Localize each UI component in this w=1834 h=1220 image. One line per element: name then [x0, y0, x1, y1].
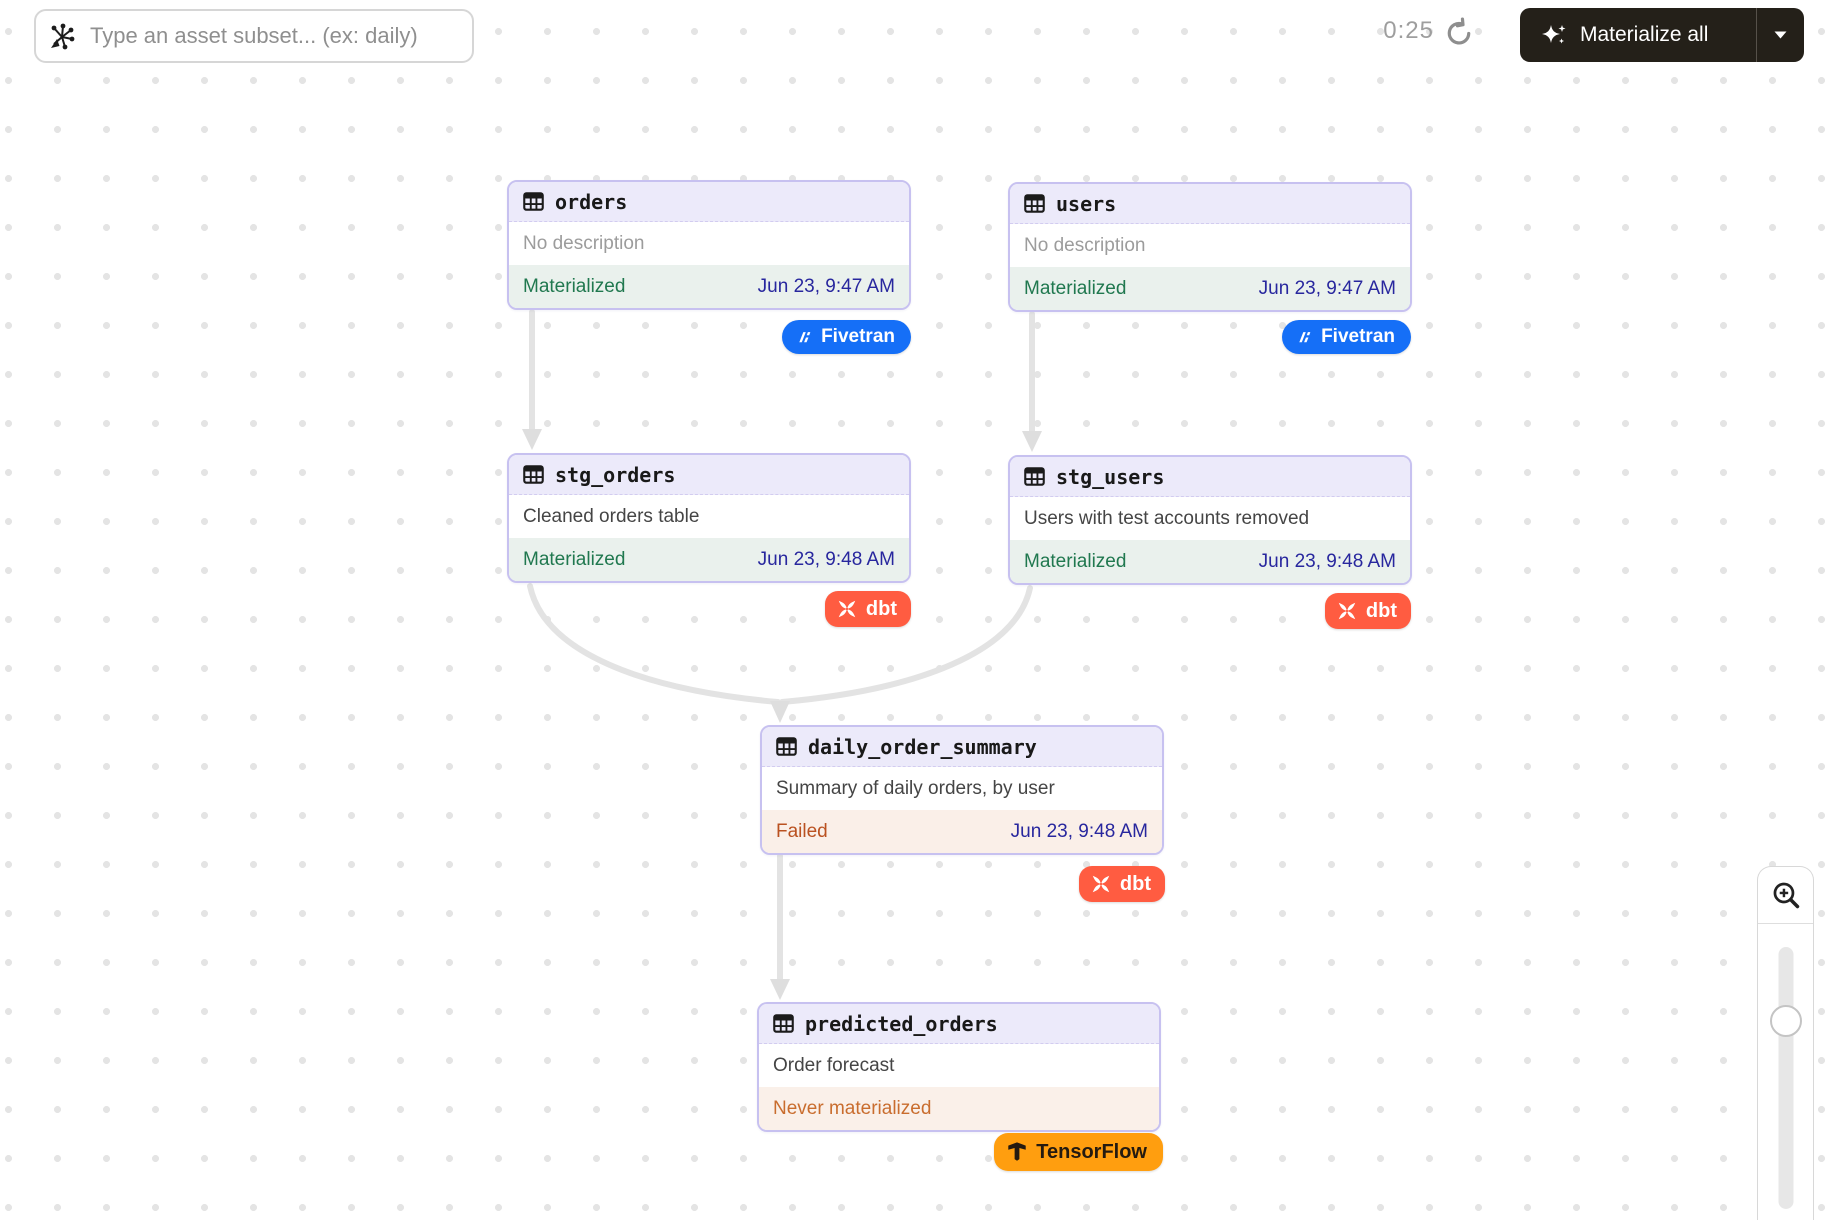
table-icon — [773, 1014, 794, 1033]
asset-node-stg-orders[interactable]: stg_orders Cleaned orders table Material… — [507, 453, 911, 583]
asset-search — [34, 9, 474, 63]
asset-node-header: users — [1010, 184, 1410, 224]
table-icon — [1024, 467, 1045, 486]
arrowhead-stg-orders — [522, 429, 542, 450]
status-label: Materialized — [523, 549, 625, 571]
kind-badge-dbt: dbt — [1079, 866, 1165, 902]
materialize-all-button[interactable]: Materialize all — [1520, 8, 1804, 62]
arrowhead-predicted — [770, 979, 790, 1000]
kind-badge-dbt: dbt — [1325, 593, 1411, 629]
status-label: Failed — [776, 821, 828, 843]
asset-description: Order forecast — [759, 1044, 1159, 1087]
asset-description: Summary of daily orders, by user — [762, 767, 1162, 810]
asset-node-header: stg_orders — [509, 455, 909, 495]
dbt-icon — [836, 598, 858, 620]
kind-badge-fivetran: Fivetran — [1282, 320, 1411, 354]
sparkle-icon — [1541, 22, 1567, 48]
fivetran-icon — [794, 328, 813, 347]
asset-node-users[interactable]: users No description Materialized Jun 23… — [1008, 182, 1412, 312]
asset-node-daily-order-summary[interactable]: daily_order_summary Summary of daily ord… — [760, 725, 1164, 855]
status-label: Materialized — [1024, 551, 1126, 573]
asset-graph-icon — [47, 22, 75, 50]
asset-node-header: predicted_orders — [759, 1004, 1159, 1044]
dbt-icon — [1090, 873, 1112, 895]
kind-badge-label: Fivetran — [1321, 326, 1395, 348]
arrowhead-daily — [770, 701, 790, 723]
status-label: Never materialized — [773, 1098, 931, 1120]
materialize-options-button[interactable] — [1756, 8, 1804, 62]
asset-node-header: stg_users — [1010, 457, 1410, 497]
search-input[interactable] — [34, 9, 474, 63]
status-timestamp: Jun 23, 9:47 AM — [758, 276, 895, 298]
asset-description: Users with test accounts removed — [1010, 497, 1410, 540]
kind-badge-label: TensorFlow — [1036, 1141, 1147, 1164]
asset-title: predicted_orders — [805, 1012, 998, 1036]
asset-title: daily_order_summary — [808, 735, 1037, 759]
asset-node-orders[interactable]: orders No description Materialized Jun 2… — [507, 180, 911, 310]
kind-badge-label: Fivetran — [821, 326, 895, 348]
zoom-slider-handle[interactable] — [1770, 1005, 1802, 1037]
table-icon — [523, 465, 544, 484]
chevron-down-icon — [1774, 31, 1787, 39]
asset-status-row: Materialized Jun 23, 9:47 AM — [1010, 267, 1410, 310]
refresh-countdown: 0:25 — [1368, 17, 1434, 45]
status-timestamp: Jun 23, 9:48 AM — [1259, 551, 1396, 573]
edge-stg-orders-daily — [530, 586, 778, 702]
kind-badge-dbt: dbt — [825, 591, 911, 627]
zoom-slider-track[interactable] — [1778, 947, 1793, 1209]
magnifier-plus-icon — [1771, 880, 1801, 910]
asset-title: users — [1056, 192, 1116, 216]
asset-lineage-canvas[interactable]: orders No description Materialized Jun 2… — [0, 0, 1834, 1220]
kind-badge-label: dbt — [1120, 873, 1151, 896]
asset-node-predicted-orders[interactable]: predicted_orders Order forecast Never ma… — [757, 1002, 1161, 1132]
asset-status-row: Never materialized — [759, 1087, 1159, 1130]
zoom-control-panel — [1757, 866, 1814, 1220]
asset-status-row: Materialized Jun 23, 9:48 AM — [509, 538, 909, 581]
asset-description: Cleaned orders table — [509, 495, 909, 538]
asset-description: No description — [509, 222, 909, 265]
asset-title: stg_orders — [555, 463, 675, 487]
asset-node-header: daily_order_summary — [762, 727, 1162, 767]
zoom-in-button[interactable] — [1758, 867, 1813, 924]
table-icon — [523, 192, 544, 211]
asset-node-stg-users[interactable]: stg_users Users with test accounts remov… — [1008, 455, 1412, 585]
asset-status-row: Failed Jun 23, 9:48 AM — [762, 810, 1162, 853]
kind-badge-label: dbt — [866, 598, 897, 621]
asset-status-row: Materialized Jun 23, 9:48 AM — [1010, 540, 1410, 583]
table-icon — [1024, 194, 1045, 213]
kind-badge-tensorflow: TensorFlow — [994, 1133, 1163, 1171]
table-icon — [776, 737, 797, 756]
asset-status-row: Materialized Jun 23, 9:47 AM — [509, 265, 909, 308]
refresh-icon[interactable] — [1443, 17, 1475, 49]
dbt-icon — [1336, 600, 1358, 622]
asset-description: No description — [1010, 224, 1410, 267]
kind-badge-label: dbt — [1366, 600, 1397, 623]
status-timestamp: Jun 23, 9:48 AM — [758, 549, 895, 571]
arrowhead-stg-users — [1022, 431, 1042, 452]
fivetran-icon — [1294, 328, 1313, 347]
tensorflow-icon — [1006, 1140, 1028, 1164]
asset-title: stg_users — [1056, 465, 1164, 489]
materialize-all-label: Materialize all — [1580, 23, 1708, 47]
status-label: Materialized — [523, 276, 625, 298]
status-timestamp: Jun 23, 9:48 AM — [1011, 821, 1148, 843]
asset-title: orders — [555, 190, 627, 214]
materialize-all-main[interactable]: Materialize all — [1520, 8, 1756, 62]
kind-badge-fivetran: Fivetran — [782, 320, 911, 354]
status-label: Materialized — [1024, 278, 1126, 300]
status-timestamp: Jun 23, 9:47 AM — [1259, 278, 1396, 300]
asset-node-header: orders — [509, 182, 909, 222]
